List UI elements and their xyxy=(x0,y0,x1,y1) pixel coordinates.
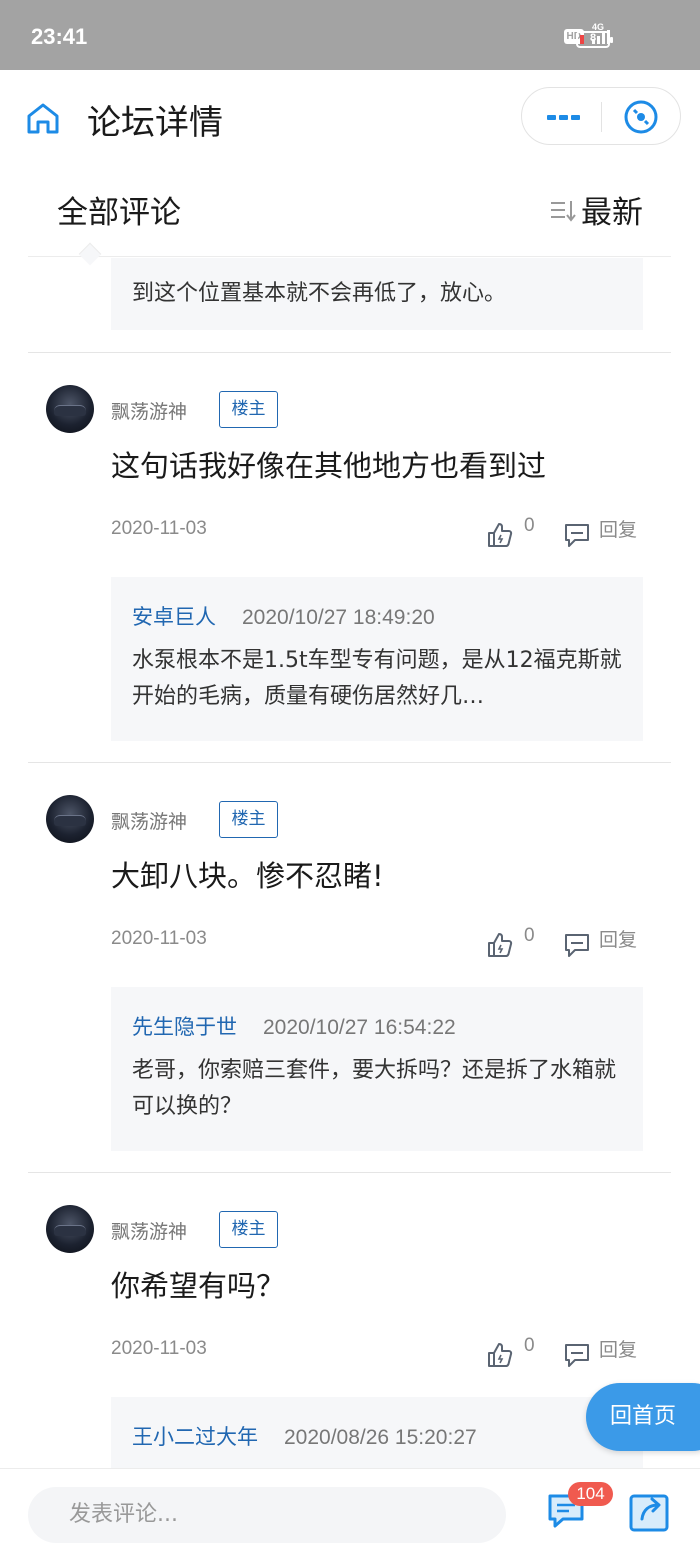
nav-bar: 论坛详情 xyxy=(0,70,700,165)
reply-icon xyxy=(565,1344,589,1367)
comment-text: 大卸八块。惨不忍睹! xyxy=(111,859,384,893)
reply-label: 回复 xyxy=(599,1339,638,1361)
sort-label: 最新 xyxy=(581,195,643,231)
quote-box[interactable]: 到这个位置基本就不会再低了，放心。 xyxy=(111,258,643,330)
section-title: 全部评论 xyxy=(57,195,181,231)
comment-text: 你希望有吗？ xyxy=(111,1269,286,1303)
comment-date: 2020-11-03 xyxy=(111,518,207,539)
reply-button[interactable]: 回复 xyxy=(563,1335,637,1369)
like-button[interactable]: 0 xyxy=(486,515,535,549)
avatar[interactable] xyxy=(46,795,94,843)
quote-time: 2020/08/26 15:20:27 xyxy=(284,1426,477,1449)
quote-text: 老哥，你索赔三套件，要大拆吗？还是拆了水箱就可以换的？ xyxy=(132,1058,617,1119)
owner-badge: 楼主 xyxy=(219,801,278,838)
comment-item: 飘荡游神 楼主 大卸八块。惨不忍睹! 2020-11-03 0 回复 先生隐于世… xyxy=(28,762,671,1172)
author-name[interactable]: 飘荡游神 xyxy=(111,807,187,834)
message-count-badge: 104 xyxy=(568,1482,613,1506)
quote-time: 2020/10/27 18:49:20 xyxy=(242,606,435,629)
reply-label: 回复 xyxy=(599,519,638,541)
comment-date: 2020-11-03 xyxy=(111,1338,207,1359)
like-button[interactable]: 0 xyxy=(486,1335,535,1369)
status-time: 23:41 xyxy=(31,24,88,49)
page-title: 论坛详情 xyxy=(87,103,223,143)
mini-program-capsule xyxy=(521,87,681,145)
more-icon[interactable] xyxy=(544,107,584,127)
share-icon[interactable] xyxy=(628,1491,672,1533)
comment-item: 飘荡游神 楼主 你希望有吗？ 2020-11-03 0 回复 王小二过大年 20… xyxy=(28,1172,671,1468)
comment-text: 这句话我好像在其他地方也看到过 xyxy=(111,449,547,483)
like-icon xyxy=(488,933,513,957)
quote-user[interactable]: 王小二过大年 xyxy=(132,1421,258,1451)
owner-badge: 楼主 xyxy=(219,391,278,428)
quote-header: 先生隐于世 2020/10/27 16:54:22 xyxy=(132,1011,623,1041)
quote-header: 王小二过大年 2020/08/26 15:20:27 xyxy=(132,1421,623,1451)
sort-icon xyxy=(551,200,576,222)
author-name[interactable]: 飘荡游神 xyxy=(111,1217,187,1244)
quote-header: 安卓巨人 2020/10/27 18:49:20 xyxy=(132,601,623,631)
quote-time: 2020/10/27 16:54:22 xyxy=(263,1016,456,1039)
like-icon xyxy=(488,523,513,547)
reply-button[interactable]: 回复 xyxy=(563,515,637,549)
reply-icon xyxy=(565,934,589,957)
back-home-button[interactable]: 回首页 xyxy=(586,1383,700,1451)
reply-icon xyxy=(565,524,589,547)
avatar[interactable] xyxy=(46,385,94,433)
like-count: 0 xyxy=(524,1335,535,1356)
comment-input[interactable]: 发表评论... xyxy=(28,1487,506,1543)
quote-user[interactable]: 安卓巨人 xyxy=(132,601,216,631)
comment-item: 飘荡游神 楼主 这句话我好像在其他地方也看到过 2020-11-03 0 回复 … xyxy=(28,352,671,762)
quote-box[interactable]: 王小二过大年 2020/08/26 15:20:27 xyxy=(111,1397,643,1468)
author-name[interactable]: 飘荡游神 xyxy=(111,397,187,424)
quote-text: 水泵根本不是1.5t车型专有问题，是从12福克斯就开始的毛病，质量有硬伤居然好几… xyxy=(132,648,622,709)
bottom-bar: 发表评论... 104 xyxy=(0,1468,700,1560)
like-count: 0 xyxy=(524,515,535,536)
close-icon[interactable] xyxy=(622,98,660,136)
comment-date: 2020-11-03 xyxy=(111,928,207,949)
quote-user[interactable]: 先生隐于世 xyxy=(132,1011,237,1041)
status-bar: 23:41 HD 4G 8 xyxy=(0,0,700,70)
battery-icon: 8 xyxy=(576,31,613,48)
quote-text: 到这个位置基本就不会再低了，放心。 xyxy=(132,281,507,306)
home-icon[interactable] xyxy=(25,100,61,136)
quote-box[interactable]: 安卓巨人 2020/10/27 18:49:20 水泵根本不是1.5t车型专有问… xyxy=(111,577,643,741)
reply-button[interactable]: 回复 xyxy=(563,925,637,959)
owner-badge: 楼主 xyxy=(219,1211,278,1248)
quote-box[interactable]: 先生隐于世 2020/10/27 16:54:22 老哥，你索赔三套件，要大拆吗… xyxy=(111,987,643,1151)
like-count: 0 xyxy=(524,925,535,946)
battery-level: 8 xyxy=(589,32,597,44)
like-button[interactable]: 0 xyxy=(486,925,535,959)
comments-header: 全部评论 最新 xyxy=(28,165,671,257)
avatar[interactable] xyxy=(46,1205,94,1253)
like-icon xyxy=(488,1343,513,1367)
reply-label: 回复 xyxy=(599,929,638,951)
sort-button[interactable]: 最新 xyxy=(549,187,643,232)
